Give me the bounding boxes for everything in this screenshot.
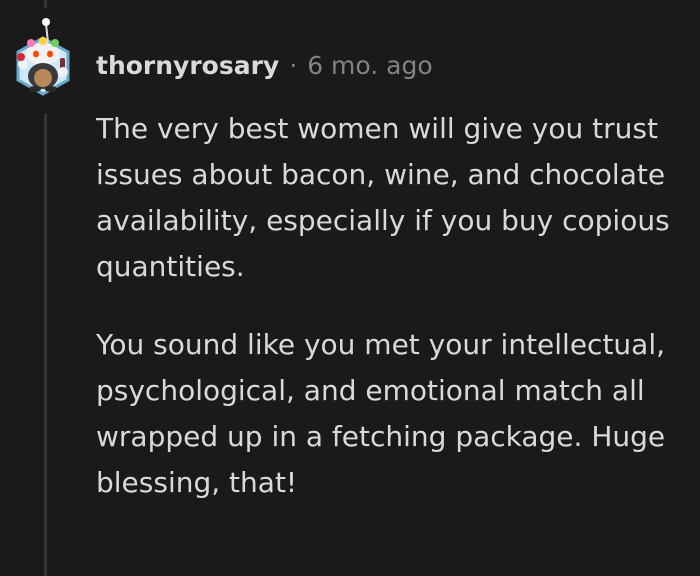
comment-body: The very best women will give you trust … <box>96 106 686 538</box>
meta-separator: · <box>289 51 298 80</box>
thread-collapse-line[interactable] <box>44 114 47 576</box>
username-link[interactable]: thornyrosary <box>96 50 279 82</box>
comment-timestamp[interactable]: 6 mo. ago <box>307 50 432 82</box>
snoo-avatar-icon[interactable] <box>14 14 72 96</box>
comment-paragraph: You sound like you met your intellectual… <box>96 328 666 499</box>
thread-line-top <box>44 0 47 8</box>
comment-paragraph: The very best women will give you trust … <box>96 112 670 283</box>
comment-header: thornyrosary · 6 mo. ago <box>96 50 433 82</box>
